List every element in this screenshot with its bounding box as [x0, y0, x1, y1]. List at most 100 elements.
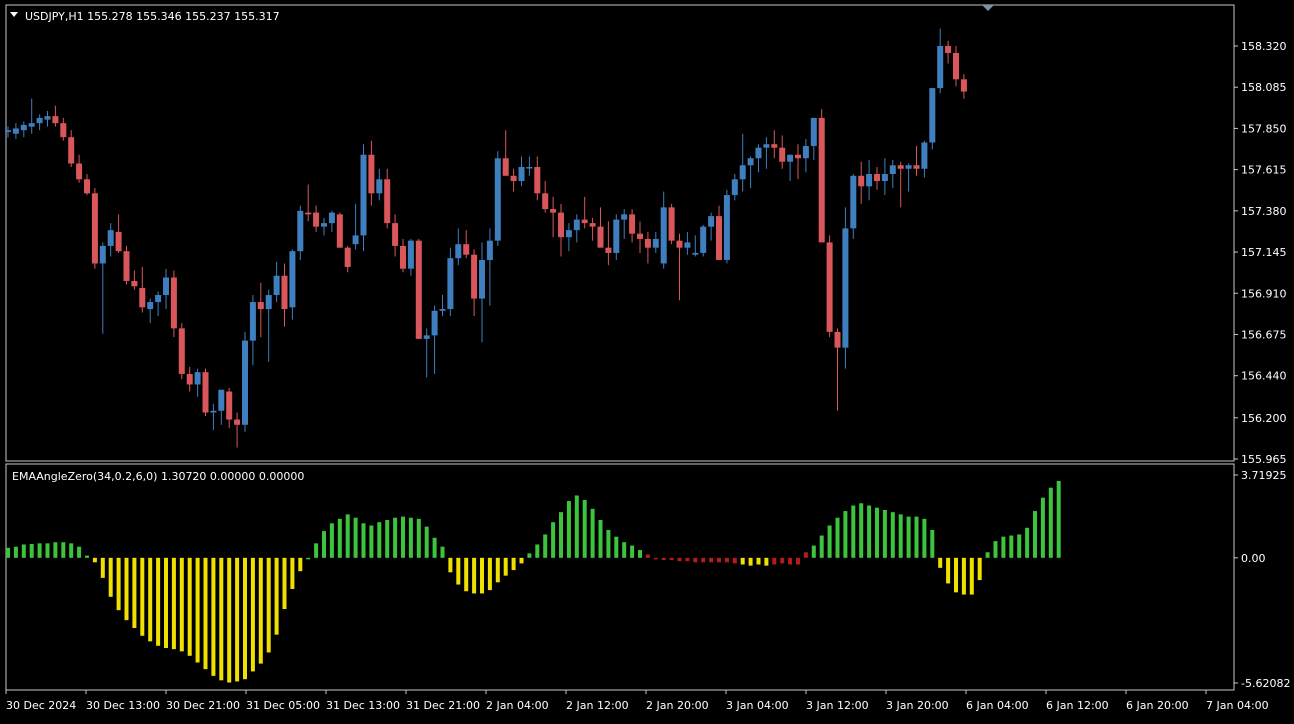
candle-body [881, 174, 888, 182]
candle-body [589, 223, 596, 227]
candle-body [913, 165, 920, 169]
candle-body [313, 212, 320, 227]
price-pane[interactable]: USDJPY,H1 155.278 155.346 155.237 155.31… [5, 4, 1287, 466]
histogram-bar [298, 557, 303, 572]
histogram-bar [859, 503, 864, 558]
histogram-bar [6, 547, 10, 558]
candle-body [739, 165, 746, 180]
histogram-bar [503, 557, 508, 576]
candle [265, 289, 272, 362]
candle-body [439, 309, 446, 311]
candle [929, 88, 936, 150]
time-tick-label: 3 Jan 12:00 [806, 699, 869, 712]
candle-body [392, 223, 399, 246]
candle-body [660, 207, 667, 264]
histogram-bar [92, 557, 97, 563]
candle-body [795, 154, 801, 159]
histogram-bar [819, 535, 824, 558]
histogram-bar [574, 495, 579, 558]
candle-body [866, 174, 873, 187]
candle [431, 305, 438, 374]
candle [510, 168, 517, 192]
candle-body [384, 179, 391, 224]
candle [281, 263, 288, 327]
candle [897, 161, 904, 208]
candle [597, 207, 604, 248]
candle [676, 233, 683, 301]
candle [834, 328, 841, 411]
candle-body [218, 389, 225, 411]
candle [526, 156, 533, 176]
price-tick-label: 157.615 [1241, 164, 1287, 177]
candle-body [802, 145, 809, 159]
candle-body [20, 124, 27, 131]
candle-body [265, 295, 272, 310]
histogram-bar [195, 557, 200, 663]
candle-body [526, 167, 533, 169]
candle [447, 247, 454, 317]
histogram-bar [274, 557, 279, 635]
candle [502, 130, 509, 176]
candle [336, 212, 343, 248]
candle-body [163, 277, 169, 296]
candle-body [281, 275, 288, 310]
histogram-bar [614, 536, 619, 558]
candle [747, 156, 754, 189]
symbol-menu-triangle-icon[interactable] [10, 12, 18, 17]
candle-body [249, 302, 256, 341]
candle [218, 389, 225, 425]
histogram-bar [179, 557, 184, 652]
candle-body [810, 117, 817, 146]
candle-body [858, 175, 865, 187]
histogram-bar [519, 557, 524, 564]
candle [953, 46, 959, 87]
histogram-bar [914, 516, 919, 558]
candle [874, 167, 880, 190]
histogram-bar [140, 557, 145, 636]
candle [739, 133, 746, 192]
candle [629, 209, 636, 243]
candle [542, 181, 549, 213]
candle [28, 98, 35, 134]
candle [494, 151, 501, 246]
candle [534, 156, 541, 201]
candle-body [415, 240, 422, 339]
candle-body [550, 209, 557, 213]
histogram-bar [1056, 480, 1061, 558]
candle [368, 140, 375, 206]
candle [155, 291, 162, 317]
candle-body [297, 210, 304, 252]
histogram-bar [875, 507, 879, 558]
histogram-bar [369, 525, 374, 558]
candle [652, 231, 659, 253]
histogram-bar [258, 557, 263, 664]
time-tick-label: 6 Jan 12:00 [1046, 699, 1109, 712]
candle [147, 298, 154, 324]
candle-body [945, 46, 952, 54]
histogram-bar [132, 557, 137, 628]
chart-shift-marker-icon[interactable] [982, 5, 994, 11]
histogram-bar [282, 557, 287, 610]
indicator-pane[interactable]: EMAAngleZero(34,0.2,6,0) 1.30720 0.00000… [5, 463, 1290, 691]
histogram-bar [85, 555, 89, 558]
candle [257, 282, 264, 338]
histogram-bar [100, 557, 105, 578]
candle-body [186, 373, 193, 385]
candle-body [668, 207, 675, 241]
candle-body [44, 116, 51, 120]
candle [708, 212, 715, 241]
candle-body [12, 128, 19, 134]
time-tick-label: 31 Dec 13:00 [326, 699, 400, 712]
candle [84, 174, 90, 196]
histogram-bar [732, 557, 737, 564]
histogram-bar [724, 557, 729, 563]
histogram-bar [543, 534, 548, 558]
candle-body [605, 247, 612, 253]
candle [186, 366, 193, 392]
candle-body [139, 288, 146, 308]
candle [605, 221, 612, 266]
candle-body [937, 46, 944, 89]
chart-canvas[interactable]: USDJPY,H1 155.278 155.346 155.237 155.31… [0, 0, 1294, 720]
candle-body [716, 216, 722, 260]
histogram-bar [645, 554, 650, 558]
